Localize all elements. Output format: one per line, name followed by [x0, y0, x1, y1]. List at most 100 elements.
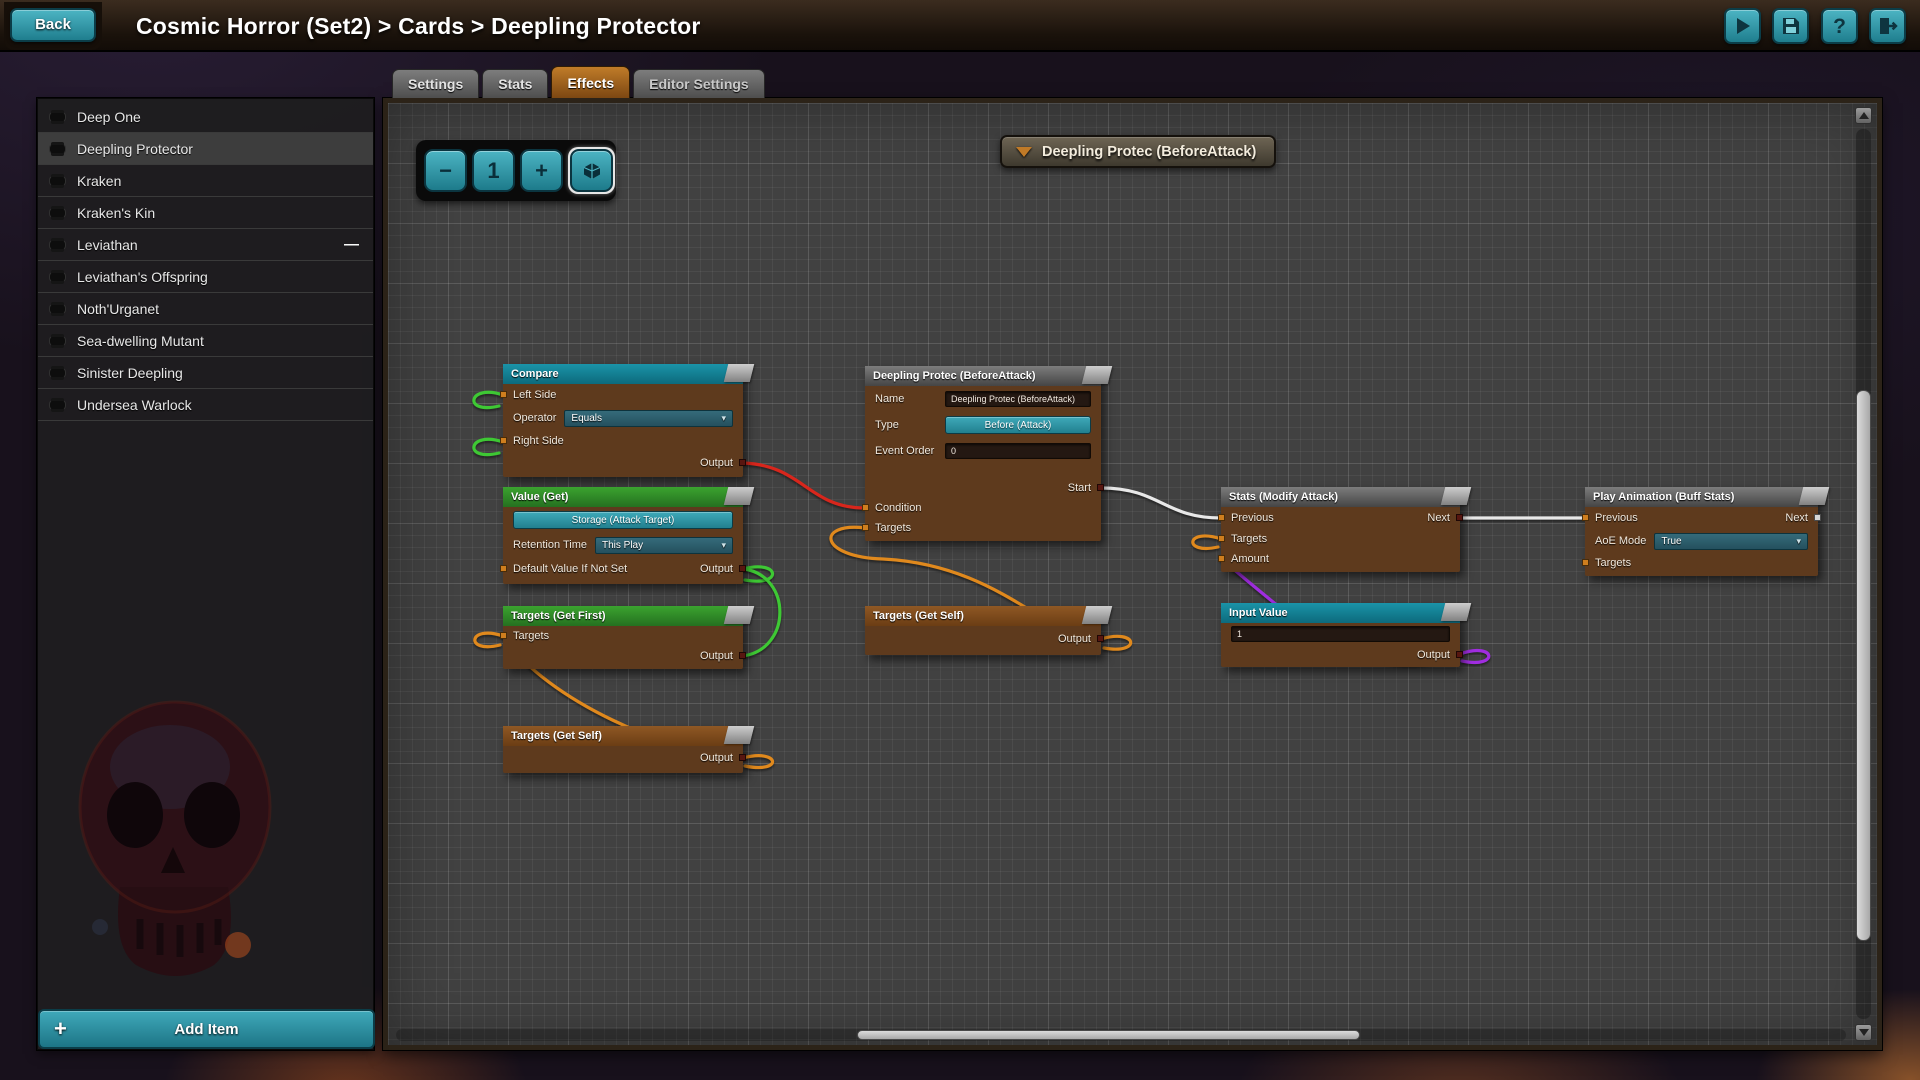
sidebar-item-kraken[interactable]: Kraken — [38, 165, 373, 197]
node-title: Deepling Protec (BeforeAttack) — [873, 370, 1036, 382]
sidebar-item-label: Leviathan — [77, 237, 138, 253]
port-default-value-input[interactable] — [500, 565, 507, 572]
port-condition-input[interactable] — [862, 504, 869, 511]
exit-button[interactable] — [1869, 8, 1906, 44]
zoom-reset-button[interactable]: 1 — [472, 149, 515, 192]
port-start-output[interactable] — [1097, 484, 1104, 491]
fit-view-button[interactable] — [570, 149, 613, 192]
port-output[interactable] — [1097, 635, 1104, 642]
node-targets-get-self-b[interactable]: Targets (Get Self) Output — [865, 606, 1101, 655]
sidebar-item-nothurganet[interactable]: Noth'Urganet — [38, 293, 373, 325]
sidebar-item-undersea-warlock[interactable]: Undersea Warlock — [38, 389, 373, 421]
zoom-out-button[interactable]: − — [424, 149, 467, 192]
aoe-mode-value: True — [1661, 536, 1681, 547]
row-type: Type Before (Attack) — [865, 412, 1101, 438]
sidebar-item-krakens-kin[interactable]: Kraken's Kin — [38, 197, 373, 229]
node-value-get[interactable]: Value (Get) Storage (Attack Target) Rete… — [503, 487, 743, 584]
port-targets-input[interactable] — [862, 524, 869, 531]
port-previous-input[interactable] — [1582, 514, 1589, 521]
node-input-value-header[interactable]: Input Value — [1221, 603, 1460, 623]
port-targets-input[interactable] — [500, 632, 507, 639]
help-button[interactable]: ? — [1821, 8, 1858, 44]
effect-selector-dropdown[interactable]: Deepling Protec (BeforeAttack) — [1000, 135, 1276, 168]
tab-effects[interactable]: Effects — [551, 66, 630, 98]
port-next-output[interactable] — [1456, 514, 1463, 521]
retention-time-select[interactable]: This Play — [595, 537, 733, 554]
node-compare-header[interactable]: Compare — [503, 364, 743, 384]
port-right-side-input[interactable] — [500, 437, 507, 444]
tab-stats[interactable]: Stats — [482, 69, 548, 98]
node-title: Compare — [511, 368, 559, 380]
port-left-side-input[interactable] — [500, 391, 507, 398]
sidebar-item-deepling-protector[interactable]: Deepling Protector — [38, 133, 373, 165]
node-targets-get-self-a-header[interactable]: Targets (Get Self) — [503, 726, 743, 746]
label-right-side: Right Side — [513, 435, 564, 447]
node-play-animation-header[interactable]: Play Animation (Buff Stats) — [1585, 487, 1818, 507]
port-output[interactable] — [739, 652, 746, 659]
storage-button[interactable]: Storage (Attack Target) — [513, 511, 733, 529]
port-output[interactable] — [1456, 651, 1463, 658]
name-input[interactable]: Deepling Protec (BeforeAttack) — [945, 391, 1091, 407]
sidebar-item-leviathans-offspring[interactable]: Leviathan's Offspring — [38, 261, 373, 293]
port-previous-input[interactable] — [1218, 514, 1225, 521]
port-output[interactable] — [739, 459, 746, 466]
play-button[interactable] — [1724, 8, 1761, 44]
horizontal-scroll-thumb[interactable] — [857, 1030, 1360, 1040]
type-button[interactable]: Before (Attack) — [945, 416, 1091, 434]
value-input[interactable]: 1 — [1231, 626, 1450, 642]
label-start: Start — [1068, 482, 1091, 494]
scroll-down-button[interactable] — [1855, 1024, 1872, 1041]
node-value-get-header[interactable]: Value (Get) — [503, 487, 743, 507]
scroll-up-button[interactable] — [1855, 107, 1872, 124]
sidebar-item-deep-one[interactable]: Deep One — [38, 101, 373, 133]
row-output: Output — [865, 626, 1101, 652]
card-stack-icon — [50, 369, 65, 377]
sidebar-item-sinister-deepling[interactable]: Sinister Deepling — [38, 357, 373, 389]
leviathan-minus-indicator[interactable]: — — [344, 236, 359, 253]
tab-editor-settings[interactable]: Editor Settings — [633, 69, 765, 98]
save-button[interactable] — [1772, 8, 1809, 44]
label-condition: Condition — [875, 502, 921, 514]
port-amount-input[interactable] — [1218, 555, 1225, 562]
node-compare[interactable]: Compare Left Side Operator Equals Right … — [503, 364, 743, 477]
node-event-deepling-protec[interactable]: Deepling Protec (BeforeAttack) Name Deep… — [865, 366, 1101, 541]
operator-select[interactable]: Equals — [564, 410, 733, 427]
card-stack-icon — [50, 273, 65, 281]
sidebar-item-sea-dwelling-mutant[interactable]: Sea-dwelling Mutant — [38, 325, 373, 357]
card-stack-icon — [50, 401, 65, 409]
port-targets-input[interactable] — [1218, 535, 1225, 542]
node-targets-get-self-a[interactable]: Targets (Get Self) Output — [503, 726, 743, 773]
row-right-side: Right Side — [503, 430, 743, 452]
port-next-output[interactable] — [1814, 514, 1821, 521]
vertical-scroll-thumb[interactable] — [1856, 390, 1871, 941]
row-operator: Operator Equals — [503, 406, 743, 430]
node-stats-header[interactable]: Stats (Modify Attack) — [1221, 487, 1460, 507]
sidebar-item-leviathan[interactable]: Leviathan — — [38, 229, 373, 261]
horizontal-scrollbar[interactable] — [396, 1029, 1846, 1041]
aoe-mode-select[interactable]: True — [1654, 533, 1808, 550]
label-targets: Targets — [875, 522, 911, 534]
zoom-in-button[interactable]: + — [520, 149, 563, 192]
node-targets-get-first[interactable]: Targets (Get First) Targets Output — [503, 606, 743, 669]
add-item-label: Add Item — [174, 1021, 238, 1038]
node-targets-get-self-b-header[interactable]: Targets (Get Self) — [865, 606, 1101, 626]
node-targets-get-first-header[interactable]: Targets (Get First) — [503, 606, 743, 626]
event-order-input[interactable]: 0 — [945, 443, 1091, 459]
back-button[interactable]: Back — [10, 8, 96, 42]
card-stack-icon — [50, 113, 65, 121]
node-stats-modify-attack[interactable]: Stats (Modify Attack) Previous Next Targ… — [1221, 487, 1460, 572]
node-event-header[interactable]: Deepling Protec (BeforeAttack) — [865, 366, 1101, 386]
operator-value: Equals — [571, 413, 602, 424]
port-output[interactable] — [739, 754, 746, 761]
label-output: Output — [700, 752, 733, 764]
row-output: Output — [503, 746, 743, 770]
type-button-label: Before (Attack) — [985, 420, 1052, 431]
sidebar-item-label: Sinister Deepling — [77, 365, 183, 381]
add-item-button[interactable]: + Add Item — [38, 1009, 375, 1049]
row-left-side: Left Side — [503, 384, 743, 406]
port-targets-input[interactable] — [1582, 559, 1589, 566]
port-output[interactable] — [739, 565, 746, 572]
node-input-value[interactable]: Input Value 1 Output — [1221, 603, 1460, 667]
tab-settings[interactable]: Settings — [392, 69, 479, 98]
node-play-animation[interactable]: Play Animation (Buff Stats) Previous Nex… — [1585, 487, 1818, 576]
